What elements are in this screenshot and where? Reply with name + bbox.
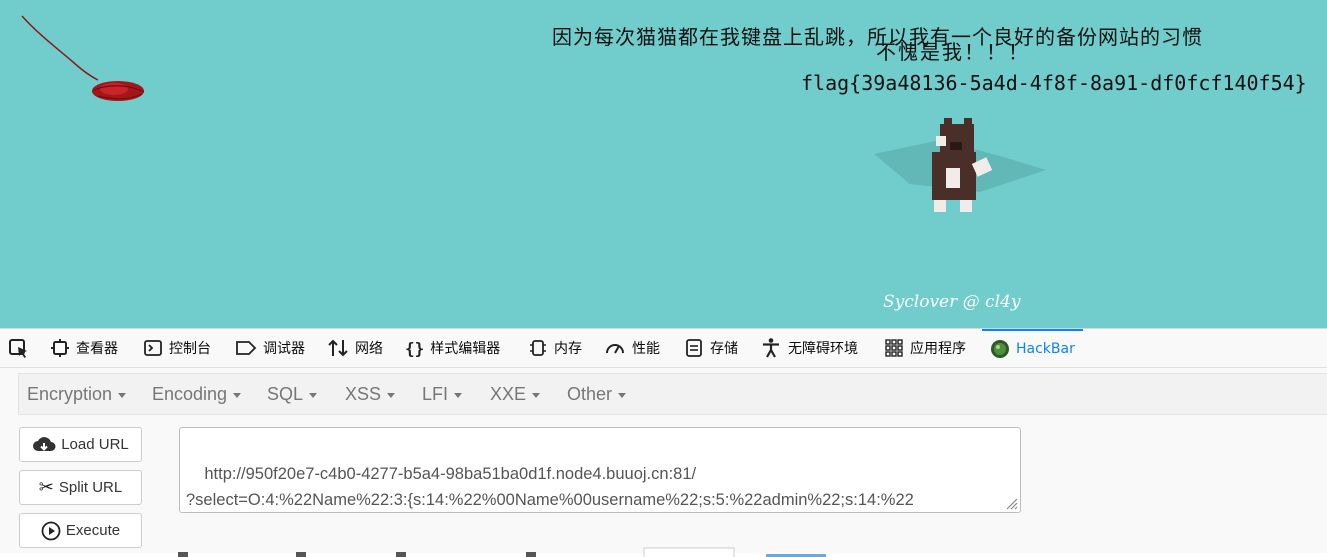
menu-label: Other	[567, 383, 613, 404]
hackbar-menu: Encryption Encoding SQL XSS LFI XXE Othe…	[18, 373, 1327, 415]
web-page: 因为每次猫猫都在我键盘上乱跳，所以我有一个良好的备份网站的习惯 不愧是我！！！ …	[0, 0, 1327, 328]
tab-debugger[interactable]: 调试器	[235, 329, 305, 367]
caret-down-icon	[387, 392, 396, 398]
hackbar-options-row	[176, 543, 876, 557]
page-credit: Syclover @ cl4y	[883, 292, 1021, 312]
play-icon	[41, 521, 61, 541]
tab-accessibility[interactable]: 无障碍环境	[760, 329, 858, 367]
tab-application[interactable]: 应用程序	[884, 329, 966, 367]
menu-label: LFI	[422, 383, 449, 404]
tab-label: 性能	[632, 341, 660, 357]
console-icon	[143, 338, 163, 358]
devtools-panel: 查看器 控制台 调试器 网络 {} 样式编辑器 内存 性能 存储 无障碍环境 应…	[0, 328, 1327, 557]
caret-down-icon	[118, 392, 127, 398]
inspector-icon	[50, 338, 70, 358]
caret-down-icon	[233, 392, 242, 398]
caret-down-icon	[454, 392, 463, 398]
tab-label: 无障碍环境	[788, 341, 858, 357]
tab-label: 调试器	[263, 341, 305, 357]
tab-console[interactable]: 控制台	[143, 329, 211, 367]
execute-button[interactable]: Execute	[19, 513, 142, 548]
network-icon	[327, 338, 349, 358]
menu-label: Encoding	[152, 383, 228, 404]
button-label: Split URL	[58, 479, 123, 496]
menu-label: XSS	[345, 383, 382, 404]
menu-xss[interactable]: XSS	[345, 374, 396, 414]
menu-label: SQL	[267, 383, 304, 404]
hackbar-icon	[990, 339, 1010, 359]
caret-down-icon	[309, 392, 318, 398]
performance-icon	[604, 338, 626, 358]
tab-label: 查看器	[76, 341, 118, 357]
tab-label: 控制台	[169, 341, 211, 357]
tab-label: HackBar	[1016, 341, 1075, 357]
load-url-button[interactable]: Load URL	[19, 427, 142, 462]
menu-sql[interactable]: SQL	[267, 374, 318, 414]
devtools-tabbar: 查看器 控制台 调试器 网络 {} 样式编辑器 内存 性能 存储 无障碍环境 应…	[0, 329, 1327, 368]
tab-memory[interactable]: 内存	[528, 329, 582, 367]
storage-icon	[684, 338, 704, 358]
button-label: Execute	[65, 522, 121, 539]
split-url-button[interactable]: ✂ Split URL	[19, 470, 142, 505]
tab-hackbar[interactable]: HackBar	[982, 329, 1083, 367]
cat-image	[874, 118, 1046, 212]
url-text: http://950f20e7-c4b0-4277-b5a4-98ba51ba0…	[186, 465, 914, 509]
style-editor-icon: {}	[405, 338, 425, 358]
scissors-icon: ✂	[38, 477, 54, 497]
caret-down-icon	[618, 392, 627, 398]
tab-network[interactable]: 网络	[327, 329, 383, 367]
application-icon	[884, 338, 904, 358]
tab-style-editor[interactable]: {} 样式编辑器	[405, 329, 500, 367]
element-picker-icon[interactable]	[8, 338, 30, 360]
tab-performance[interactable]: 性能	[604, 329, 660, 367]
flag-text: flag{39a48136-5a4d-4f8f-8a91-df0fcf140f5…	[801, 71, 1307, 95]
menu-encoding[interactable]: Encoding	[152, 374, 242, 414]
tab-label: 内存	[554, 341, 582, 357]
menu-xxe[interactable]: XXE	[490, 374, 541, 414]
tab-storage[interactable]: 存储	[684, 329, 738, 367]
menu-label: Encryption	[27, 383, 113, 404]
tab-label: 存储	[710, 341, 738, 357]
menu-other[interactable]: Other	[567, 374, 627, 414]
tab-inspector[interactable]: 查看器	[50, 329, 118, 367]
page-subline: 不愧是我！！！	[876, 40, 1030, 64]
url-textarea[interactable]: http://950f20e7-c4b0-4277-b5a4-98ba51ba0…	[179, 427, 1021, 513]
caret-down-icon	[532, 392, 541, 398]
accessibility-icon	[760, 337, 782, 359]
tab-label: 样式编辑器	[430, 341, 501, 357]
menu-encryption[interactable]: Encryption	[27, 374, 127, 414]
memory-icon	[528, 338, 548, 358]
button-label: Load URL	[61, 436, 129, 453]
debugger-icon	[235, 338, 257, 358]
resize-grip-icon[interactable]	[1004, 496, 1018, 510]
menu-label: XXE	[490, 383, 527, 404]
cloud-download-icon	[32, 436, 56, 454]
yarn-ball-image	[21, 15, 145, 101]
tab-label: 应用程序	[910, 341, 966, 357]
menu-lfi[interactable]: LFI	[422, 374, 463, 414]
tab-label: 网络	[355, 341, 383, 357]
